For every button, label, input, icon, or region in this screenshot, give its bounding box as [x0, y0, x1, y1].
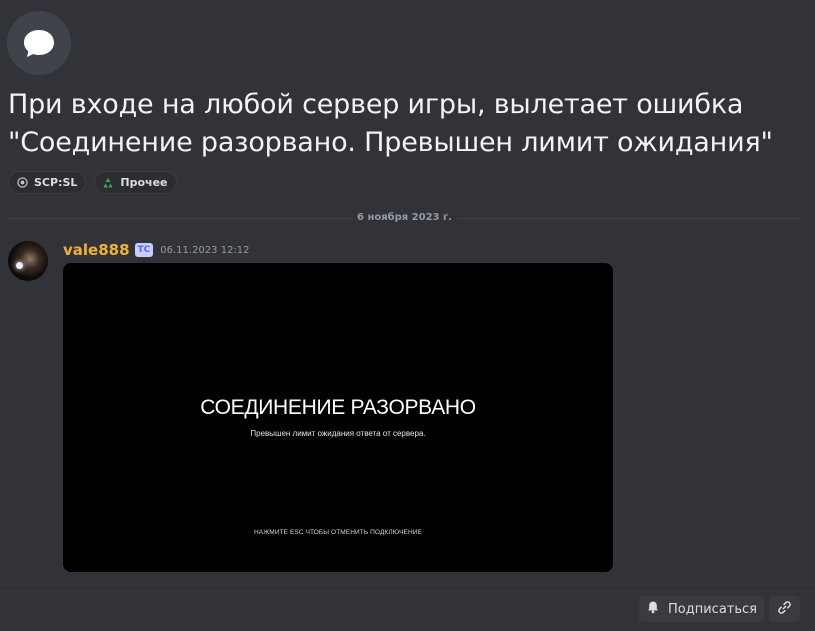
follow-label: Подписаться [668, 601, 757, 617]
chat-bubble-icon [7, 11, 71, 75]
image-attachment[interactable]: СОЕДИНЕНИЕ РАЗОРВАНО Превышен лимит ожид… [63, 263, 613, 572]
thread-footer: Подписаться [0, 587, 815, 631]
follow-button[interactable]: Подписаться [639, 596, 764, 622]
bell-icon [646, 600, 660, 618]
thread-title: При входе на любой сервер игры, вылетает… [8, 89, 773, 158]
tag-label: Прочее [120, 176, 168, 189]
recycle-icon [102, 177, 114, 189]
tag-other[interactable]: Прочее [94, 171, 177, 194]
link-icon [777, 600, 792, 619]
tag-label: SCP:SL [34, 176, 78, 189]
attachment-hint: НАЖМИТЕ ESC ЧТОБЫ ОТМЕНИТЬ ПОДКЛЮЧЕНИЕ [253, 529, 423, 536]
attachment-title: СОЕДИНЕНИЕ РАЗОРВАНО [200, 396, 476, 419]
copy-link-button[interactable] [769, 596, 800, 622]
message-header: vale888 ТС 06.11.2023 12:12 [63, 240, 250, 260]
attachment-subtitle: Превышен лимит ожидания ответа от сервер… [250, 429, 426, 438]
avatar[interactable] [8, 241, 48, 281]
forum-thread-view: При входе на любой сервер игры, вылетает… [0, 0, 815, 631]
avatar-highlight [16, 262, 23, 269]
tag-list: SCP:SL Прочее [8, 171, 177, 194]
message-timestamp[interactable]: 06.11.2023 12:12 [160, 245, 249, 256]
tag-scp-sl[interactable]: SCP:SL [8, 171, 87, 194]
author-name[interactable]: vale888 [63, 240, 130, 260]
op-badge: ТС [134, 243, 154, 257]
scp-logo-icon [16, 177, 28, 189]
date-divider-label: 6 ноября 2023 г. [352, 211, 458, 225]
